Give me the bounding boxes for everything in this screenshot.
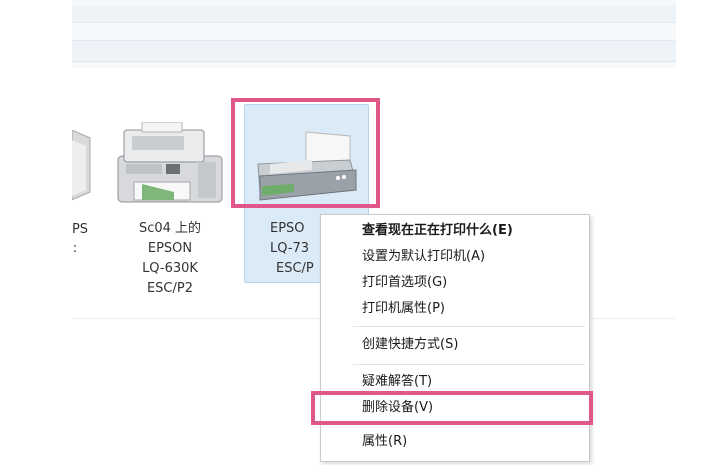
printer-highlight-box — [231, 98, 380, 208]
device-label-line2: : — [72, 241, 78, 256]
device-label-line3: LQ-630K — [142, 261, 198, 276]
device-label-line1: EPSO — [270, 221, 305, 236]
menu-item-set-default[interactable]: 设置为默认打印机(A) — [321, 245, 589, 269]
device-label-line2: LQ-73 — [270, 241, 310, 256]
toolbar[interactable] — [72, 40, 676, 62]
remove-device-highlight-box — [311, 391, 593, 425]
printer-icon — [117, 122, 223, 203]
menu-item-properties[interactable]: 属性(R) — [321, 430, 589, 454]
device-label-line1: PS — [71, 222, 89, 237]
device-label-line3: ESC/P — [276, 261, 314, 276]
menu-divider — [353, 326, 585, 327]
menu-item-create-shortcut[interactable]: 创建快捷方式(S) — [321, 333, 589, 357]
menu-item-printing-preferences[interactable]: 打印首选项(G) — [321, 271, 589, 295]
printer-icon — [72, 130, 91, 201]
device-label-line1: Sc04 上的 — [138, 221, 202, 236]
address-bar[interactable] — [72, 6, 676, 23]
device-label-line4: ESC/P2 — [146, 281, 194, 296]
menu-item-printer-properties[interactable]: 打印机属性(P) — [321, 297, 589, 321]
menu-item-see-printing[interactable]: 查看现在正在打印什么(E) — [321, 219, 589, 243]
menu-divider — [353, 364, 585, 365]
device-label-line2: EPSON — [147, 241, 193, 256]
